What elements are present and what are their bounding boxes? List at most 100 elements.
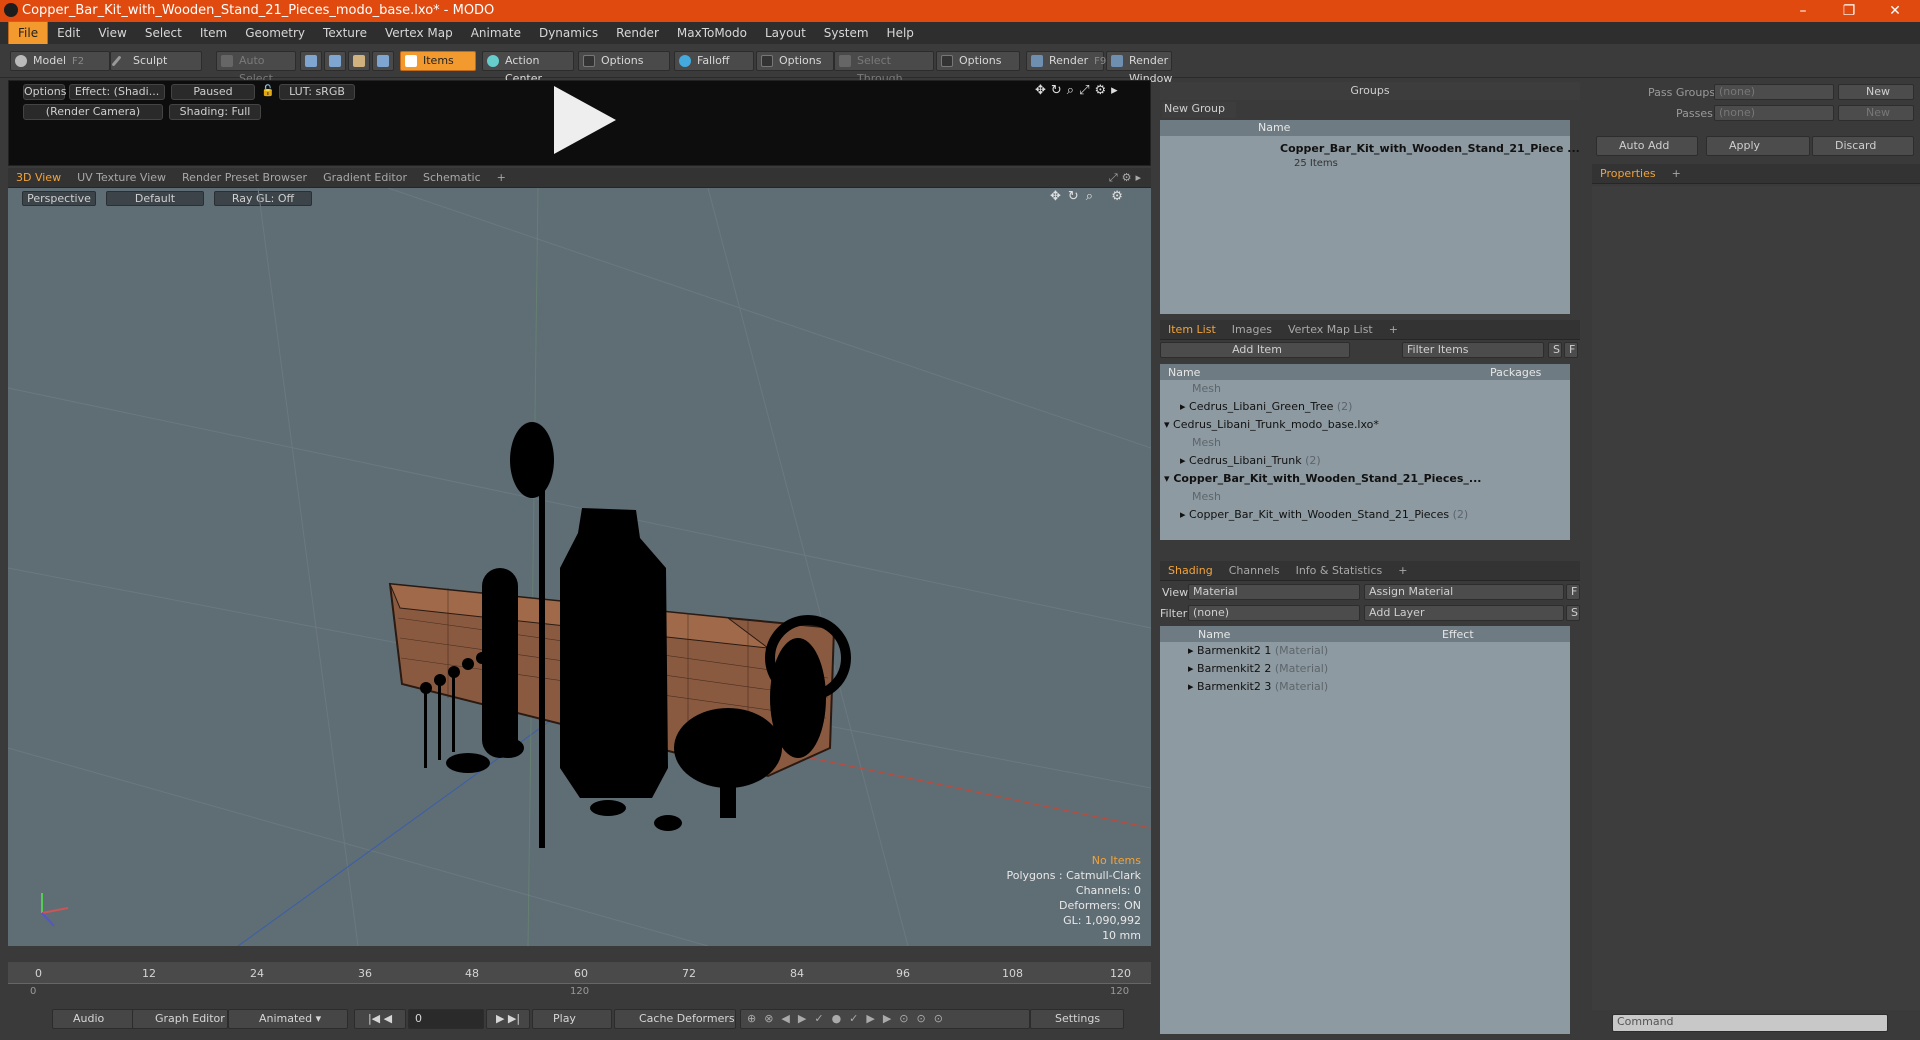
filter-f-button[interactable]: F [1564,342,1578,358]
list-item[interactable]: Mesh [1160,380,1570,398]
maximize-button[interactable]: ❐ [1826,0,1872,22]
auto-add-button[interactable]: Auto Add [1596,136,1698,156]
list-item[interactable]: ▾ Copper_Bar_Kit_with_Wooden_Stand_21_Pi… [1160,470,1570,488]
menu-render[interactable]: Render [607,22,668,44]
tab-schematic[interactable]: Schematic [415,168,489,188]
passes-dropdown[interactable]: (none) [1714,105,1834,121]
menu-help[interactable]: Help [878,22,923,44]
filter-s-button[interactable]: S [1548,342,1562,358]
menu-texture[interactable]: Texture [314,22,376,44]
audio-button[interactable]: Audio [52,1009,138,1029]
list-item[interactable]: ▸ Cedrus_Libani_Trunk (2) [1160,452,1570,470]
play-preview-icon[interactable] [554,86,616,154]
menu-layout[interactable]: Layout [756,22,815,44]
falloff-button[interactable]: Falloff [674,51,754,71]
graph-editor-button[interactable]: Graph Editor [132,1009,228,1029]
next-key-buttons[interactable]: ▶ ▶| [486,1009,530,1029]
model-mode-button[interactable]: Model F2 [10,51,110,71]
add-item-dropdown[interactable]: Add Item [1160,342,1350,358]
add-tab-button[interactable]: + [1664,164,1689,184]
action-center-options-button[interactable]: Options [578,51,670,71]
new-pass-group-button[interactable]: New [1838,84,1914,100]
settings-button[interactable]: Settings [1030,1009,1124,1029]
timeline[interactable]: 0 12 24 36 48 60 72 84 96 108 120 0 120 … [8,958,1151,1000]
key-tools-icons[interactable]: ⊕⊗◀▶✓●✓▶▶⊙⊙⊙ [740,1009,1030,1029]
menu-animate[interactable]: Animate [462,22,530,44]
edges-mode-button[interactable] [324,51,346,71]
filter-dropdown[interactable]: (none) [1188,605,1360,621]
lock-icon[interactable]: 🔓 [261,84,275,100]
menu-dynamics[interactable]: Dynamics [530,22,607,44]
vertices-mode-button[interactable] [300,51,322,71]
discard-button[interactable]: Discard [1812,136,1914,156]
add-tab-button[interactable]: + [489,168,514,188]
render-window-button[interactable]: Render Window [1106,51,1172,85]
falloff-options-button[interactable]: Options [756,51,834,71]
group-item[interactable]: Copper_Bar_Kit_with_Wooden_Stand_21_Piec… [1160,140,1580,158]
shading-f-button[interactable]: F [1566,584,1580,600]
new-group-button[interactable]: New Group [1162,102,1236,118]
tab-images[interactable]: Images [1224,320,1280,340]
menu-edit[interactable]: Edit [48,22,89,44]
menu-maxtomodo[interactable]: MaxToModo [668,22,756,44]
groups-list[interactable]: Name Copper_Bar_Kit_with_Wooden_Stand_21… [1160,120,1580,314]
preview-nav-icons[interactable]: ✥↻⌕⤢⚙▸ [1035,83,1123,98]
add-layer-dropdown[interactable]: Add Layer [1364,605,1564,621]
view-dropdown[interactable]: Material [1188,584,1360,600]
preview-options-button[interactable]: Options [23,84,66,100]
assign-material-button[interactable]: Assign Material [1364,584,1564,600]
list-item[interactable]: ▸ Copper_Bar_Kit_with_Wooden_Stand_21_Pi… [1160,506,1570,524]
apply-button[interactable]: Apply [1706,136,1810,156]
material-row[interactable]: ▸ Barmenkit2 2 (Material) [1160,660,1570,678]
frame-input[interactable]: 0 [408,1009,484,1029]
menu-geometry[interactable]: Geometry [236,22,314,44]
panel-controls-icon[interactable]: ⤢⚙▸ [1109,171,1145,185]
render-button[interactable]: Render F9 [1026,51,1106,71]
tab-render-preset-browser[interactable]: Render Preset Browser [174,168,315,188]
prev-key-buttons[interactable]: |◀ ◀ [354,1009,406,1029]
list-item[interactable]: Mesh [1160,488,1570,506]
menu-select[interactable]: Select [136,22,191,44]
polygons-mode-button[interactable] [348,51,370,71]
auto-select-button[interactable]: Auto Select [216,51,296,85]
shading-s-button[interactable]: S [1566,605,1580,621]
effect-dropdown[interactable]: Effect: (Shadi... [69,84,165,100]
tab-info-statistics[interactable]: Info & Statistics [1288,561,1391,581]
filter-items-input[interactable]: Filter Items [1402,342,1544,358]
menu-file[interactable]: File [8,21,49,45]
material-row[interactable]: ▸ Barmenkit2 3 (Material) [1160,678,1570,696]
menu-system[interactable]: System [815,22,878,44]
materials-mode-button[interactable] [372,51,394,71]
pass-groups-dropdown[interactable]: (none) [1714,84,1834,100]
tab-properties[interactable]: Properties [1592,164,1664,184]
play-button[interactable]: Play [532,1009,612,1029]
list-item[interactable]: Mesh [1160,434,1570,452]
tab-3d-view[interactable]: 3D View [8,168,69,188]
animated-dropdown[interactable]: Animated ▾ [228,1009,348,1029]
cache-deformers-button[interactable]: Cache Deformers [614,1009,736,1029]
camera-dropdown[interactable]: (Render Camera) [23,104,163,120]
paused-button[interactable]: Paused [171,84,255,100]
list-item[interactable]: ▾ Cedrus_Libani_Trunk_modo_base.lxo* [1160,416,1570,434]
items-mode-button[interactable]: Items [400,51,476,71]
menu-view[interactable]: View [89,22,135,44]
add-tab-button[interactable]: + [1390,561,1415,581]
tab-shading[interactable]: Shading [1160,561,1221,581]
minimize-button[interactable]: – [1780,0,1826,22]
action-center-button[interactable]: Action Center [482,51,574,85]
select-through-options-button[interactable]: Options [936,51,1020,71]
menu-vertex-map[interactable]: Vertex Map [376,22,462,44]
item-list[interactable]: Name Packages Mesh ▸ Cedrus_Libani_Green… [1160,364,1570,540]
add-tab-button[interactable]: + [1381,320,1406,340]
3d-viewport[interactable]: Perspective Default Ray GL: Off ✥↻⌕ ⚙ No… [8,188,1151,946]
close-button[interactable]: ✕ [1872,0,1918,22]
command-input[interactable]: Command [1612,1014,1888,1032]
tab-item-list[interactable]: Item List [1160,320,1224,340]
tab-vertex-map-list[interactable]: Vertex Map List [1280,320,1381,340]
material-row[interactable]: ▸ Barmenkit2 1 (Material) [1160,642,1570,660]
shading-dropdown[interactable]: Shading: Full [169,104,261,120]
tab-channels[interactable]: Channels [1221,561,1288,581]
new-pass-button[interactable]: New [1838,105,1914,121]
select-through-button[interactable]: Select Through [834,51,934,85]
sculpt-mode-button[interactable]: Sculpt [110,51,202,71]
